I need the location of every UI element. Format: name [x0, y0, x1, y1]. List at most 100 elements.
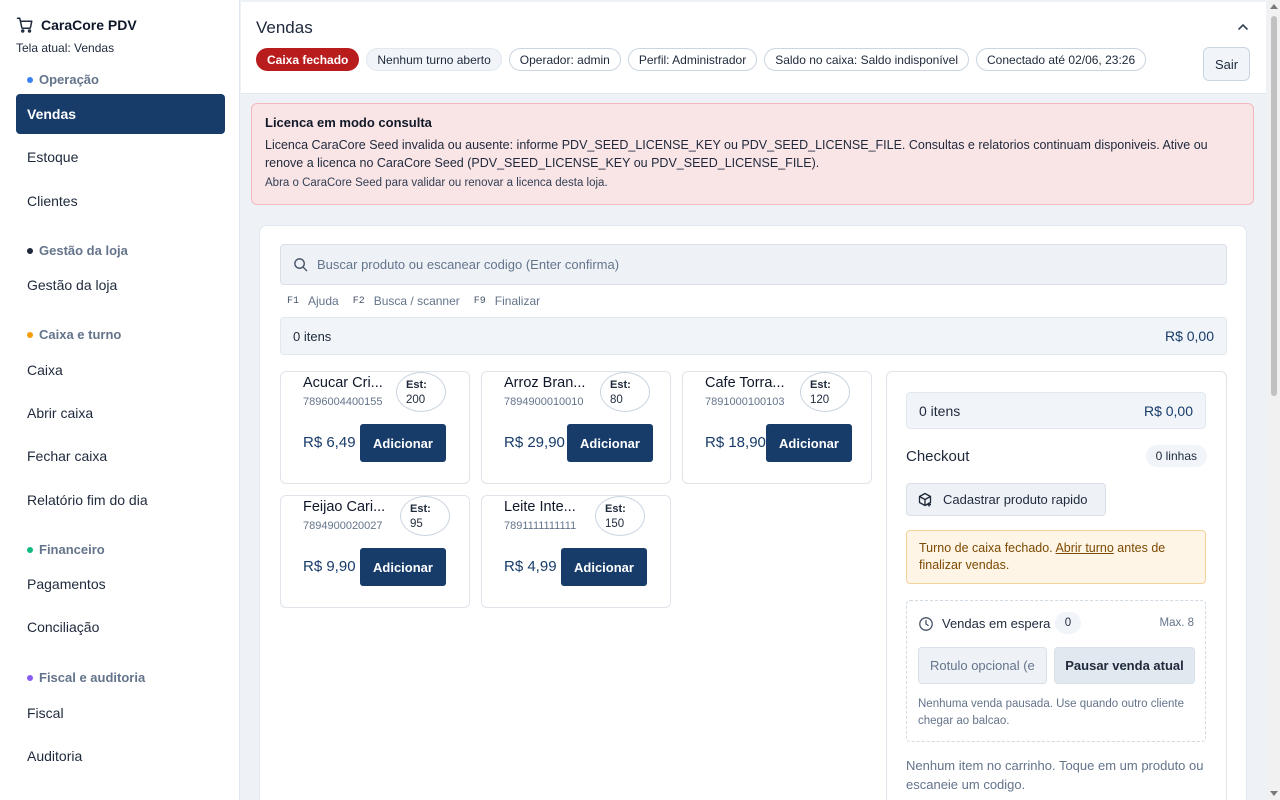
- cart-item-count: 0 itens: [293, 328, 332, 344]
- sidebar-item-auditoria[interactable]: Auditoria: [16, 736, 225, 776]
- stock-value: 200: [406, 394, 426, 406]
- sidebar-item-abrir-caixa[interactable]: Abrir caixa: [16, 393, 225, 433]
- search-input[interactable]: [317, 257, 1197, 272]
- shortcut-label: Busca / scanner: [373, 294, 460, 308]
- shortcut-help[interactable]: F1 Ajuda: [287, 294, 339, 308]
- product-card[interactable]: Arroz Bran... 7894900010010 Est: 80 R$ 29…: [481, 371, 671, 484]
- checkout-panel: 0 itens R$ 0,00 Checkout 0 linhas Cadast…: [886, 371, 1227, 800]
- checkout-total: R$ 0,00: [1143, 402, 1193, 419]
- cart-total: R$ 0,00: [1164, 328, 1214, 344]
- product-price: R$ 6,49: [303, 434, 356, 451]
- open-shift-link[interactable]: Abrir turno: [1055, 541, 1113, 555]
- status-chips: Caixa fechado Nenhum turno aberto Operad…: [256, 48, 1147, 71]
- sale-panel: F1 Ajuda F2 Busca / scanner F9 Finalizar 0 …: [259, 225, 1247, 800]
- scrollbar-thumb[interactable]: [1271, 16, 1277, 396]
- pause-sale-button[interactable]: Pausar venda atual: [1054, 647, 1195, 684]
- quick-add-label: Cadastrar produto rapido: [943, 492, 1088, 507]
- checkout-lines-badge: 0 linhas: [1145, 445, 1207, 467]
- add-product-button[interactable]: Adicionar: [766, 424, 852, 462]
- scroll-down-arrow[interactable]: [1270, 791, 1278, 796]
- stock-badge: Est: 95: [400, 496, 450, 536]
- nav-section-gestao: Gestão da loja: [27, 243, 128, 258]
- sidebar-item-vendas[interactable]: Vendas: [16, 94, 225, 134]
- shortcut-search[interactable]: F2 Busca / scanner: [353, 294, 460, 308]
- product-name: Feijao Cari...: [303, 499, 386, 515]
- stock-label: Est:: [610, 379, 631, 391]
- stock-badge: Est: 80: [600, 372, 650, 412]
- add-product-button[interactable]: Adicionar: [360, 548, 446, 586]
- product-card[interactable]: Acucar Cri... 7896004400155 Est: 200 R$ 6…: [280, 371, 470, 484]
- product-name: Cafe Torra...: [705, 375, 785, 391]
- product-price: R$ 9,90: [303, 558, 356, 575]
- sidebar: CaraCore PDV Tela atual: Vendas Operação…: [0, 0, 240, 800]
- current-screen-label: Tela atual: Vendas: [16, 41, 115, 55]
- add-product-button[interactable]: Adicionar: [360, 424, 446, 462]
- product-price: R$ 4,99: [504, 558, 557, 575]
- stock-label: Est:: [605, 503, 626, 515]
- license-hint: Abra o CaraCore Seed para validar ou ren…: [265, 177, 608, 189]
- section-dot: [27, 331, 33, 338]
- cart-empty-text: Nenhum item no carrinho. Toque em um pro…: [906, 758, 1204, 792]
- stock-value: 95: [410, 518, 423, 530]
- stock-badge: Est: 120: [800, 372, 850, 412]
- sidebar-item-fechar-caixa[interactable]: Fechar caixa: [16, 436, 225, 476]
- sidebar-item-fiscal[interactable]: Fiscal: [16, 693, 225, 733]
- section-dot: [27, 674, 33, 681]
- sidebar-item-caixa[interactable]: Caixa: [16, 350, 225, 390]
- held-sales-empty-text: Nenhuma venda pausada. Use quando outro …: [918, 698, 1184, 727]
- add-product-button[interactable]: Adicionar: [561, 548, 647, 586]
- nav-section-caixa: Caixa e turno: [27, 327, 121, 342]
- shortcut-key: F2: [352, 295, 365, 307]
- sidebar-item-pagamentos[interactable]: Pagamentos: [16, 564, 225, 604]
- product-card[interactable]: Cafe Torra... 7891000100103 Est: 120 R$ 1…: [682, 371, 872, 484]
- product-code: 7891111111111: [504, 520, 577, 532]
- nav-section-financeiro: Financeiro: [27, 542, 105, 557]
- nav-section-label: Financeiro: [39, 542, 105, 557]
- held-sales-max: Max. 8: [1159, 617, 1194, 629]
- shopping-cart-icon: [16, 17, 33, 33]
- chevron-up-icon[interactable]: [1236, 20, 1250, 34]
- nav-section-label: Fiscal e auditoria: [39, 670, 146, 685]
- sidebar-item-estoque[interactable]: Estoque: [16, 137, 225, 177]
- product-card[interactable]: Feijao Cari... 7894900020027 Est: 95 R$ 9…: [280, 495, 470, 608]
- nav-section-label: Gestão da loja: [39, 243, 128, 258]
- product-name: Arroz Bran...: [504, 375, 586, 391]
- page-scrollbar[interactable]: [1268, 0, 1280, 800]
- product-search[interactable]: [280, 244, 1227, 285]
- license-alert: Licenca em modo consulta Licenca CaraCor…: [251, 103, 1254, 205]
- product-code: 7894900020027: [303, 520, 383, 532]
- status-badge-caixa: Caixa fechado: [256, 48, 360, 71]
- license-message: Licenca CaraCore Seed invalida ou ausent…: [265, 138, 1208, 170]
- page-title: Vendas: [256, 18, 313, 37]
- shift-closed-warning: Turno de caixa fechado. Abrir turno ante…: [906, 530, 1206, 584]
- stock-badge: Est: 200: [396, 372, 446, 412]
- shortcut-label: Ajuda: [308, 294, 339, 308]
- scroll-up-arrow[interactable]: [1270, 4, 1278, 9]
- shortcut-label: Finalizar: [494, 294, 541, 308]
- sidebar-item-relatorio[interactable]: Relatório fim do dia: [16, 480, 225, 520]
- sidebar-item-gestao-da-loja[interactable]: Gestão da loja: [16, 265, 225, 305]
- stock-value: 120: [810, 394, 830, 406]
- quick-add-product-button[interactable]: Cadastrar produto rapido: [906, 483, 1106, 516]
- section-dot: [27, 546, 33, 553]
- add-product-button[interactable]: Adicionar: [567, 424, 653, 462]
- package-plus-icon: [918, 492, 932, 506]
- status-badge-turno: Nenhum turno aberto: [366, 48, 502, 71]
- logout-button[interactable]: Sair: [1203, 47, 1250, 81]
- sidebar-item-conciliacao[interactable]: Conciliação: [16, 607, 225, 647]
- nav-section-label: Caixa e turno: [39, 327, 122, 342]
- shortcut-finalize[interactable]: F9 Finalizar: [474, 294, 540, 308]
- nav-section-label: Operação: [39, 72, 99, 87]
- checkout-summary: 0 itens R$ 0,00: [906, 392, 1206, 429]
- product-code: 7894900010010: [504, 396, 584, 408]
- stock-value: 80: [610, 394, 623, 406]
- held-label-input[interactable]: [918, 647, 1047, 684]
- sidebar-item-clientes[interactable]: Clientes: [16, 181, 225, 221]
- product-card[interactable]: Leite Inte... 7891111111111 Est: 150 R$ 4…: [481, 495, 671, 608]
- stock-value: 150: [605, 518, 625, 530]
- license-title: Licenca em modo consulta: [265, 115, 432, 130]
- held-sales-box: Vendas em espera 0 Max. 8 Pausar venda a…: [906, 600, 1206, 742]
- status-badge-saldo: Saldo no caixa: Saldo indisponível: [764, 48, 969, 71]
- stock-label: Est:: [406, 379, 427, 391]
- brand-name: CaraCore PDV: [41, 17, 137, 33]
